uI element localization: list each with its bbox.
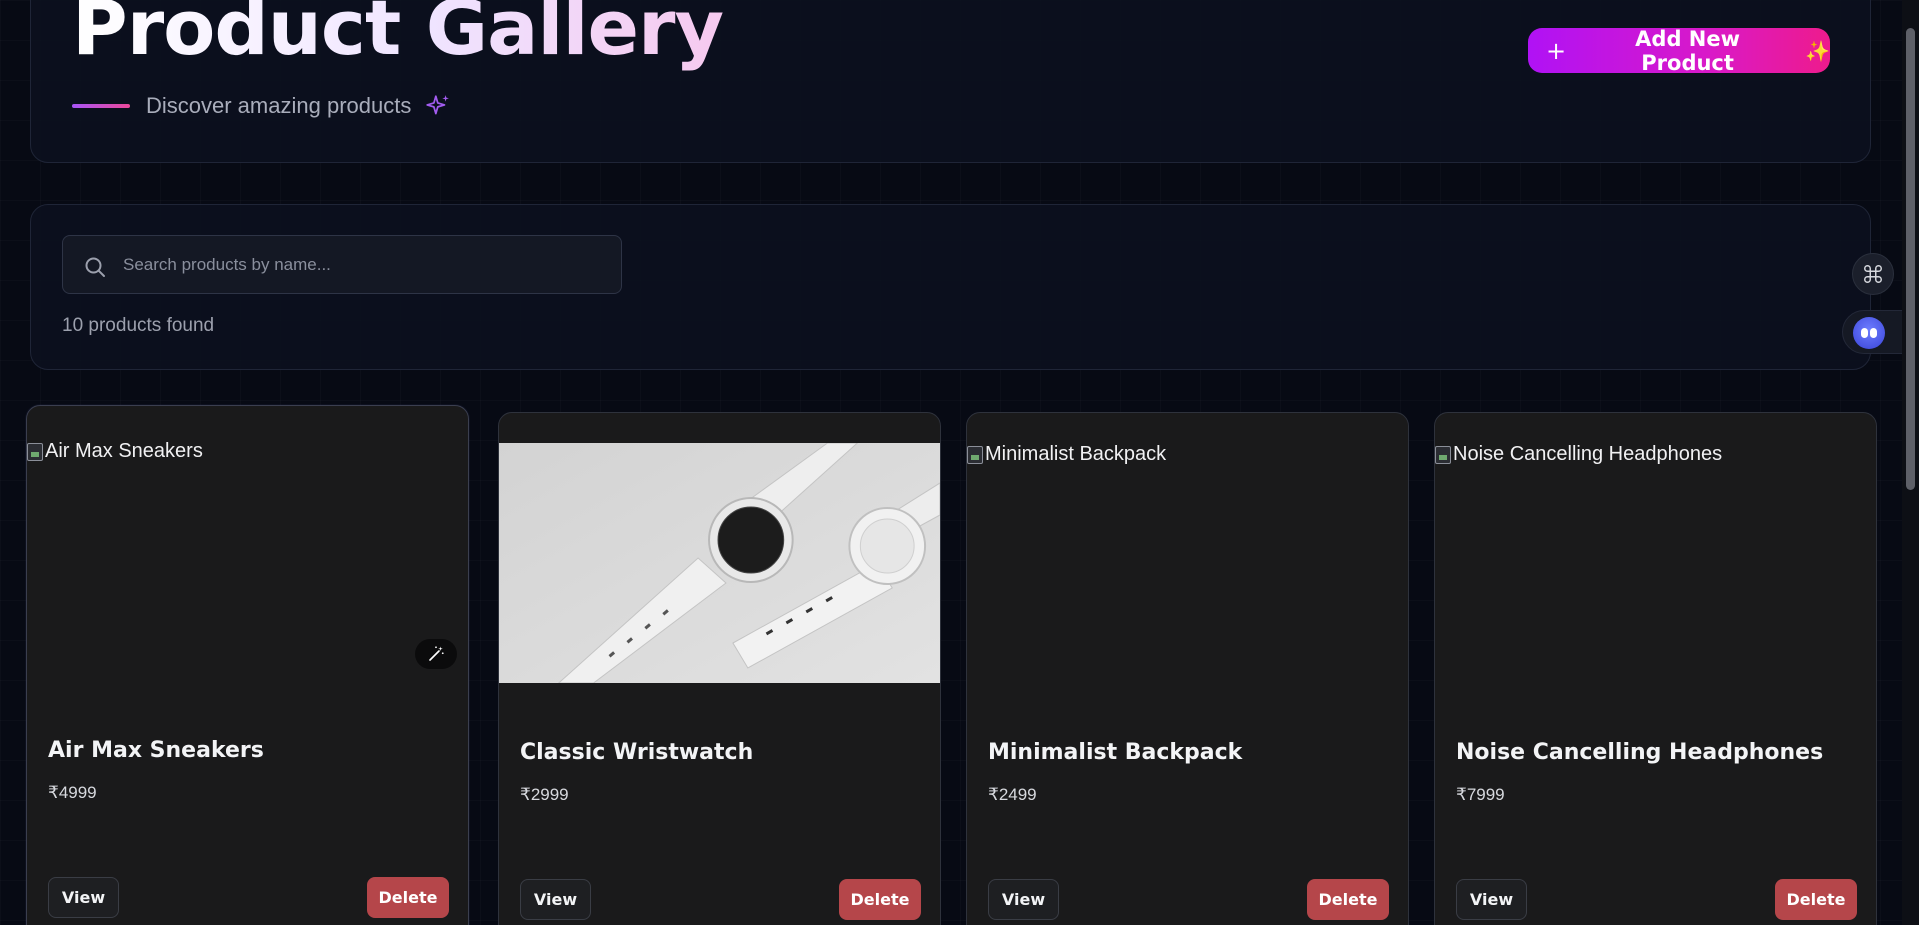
accent-line [72, 104, 130, 108]
magic-wand-badge[interactable] [415, 639, 457, 669]
product-name: Minimalist Backpack [988, 740, 1243, 765]
image-alt-text: Minimalist Backpack [985, 443, 1167, 465]
page-title: Product Gallery [72, 0, 724, 73]
image-alt-text: Air Max Sneakers [45, 440, 203, 462]
product-price: ₹2499 [988, 785, 1037, 804]
view-button[interactable]: View [48, 877, 119, 918]
product-card-minimalist-backpack[interactable]: Minimalist Backpack Minimalist Backpack … [966, 412, 1409, 925]
product-image: Minimalist Backpack [967, 443, 1408, 683]
product-name: Classic Wristwatch [520, 740, 754, 765]
view-button[interactable]: View [1456, 879, 1527, 920]
sparkle-emoji-icon: ✨ [1805, 38, 1830, 63]
product-image [499, 443, 940, 683]
product-card-noise-cancelling-headphones[interactable]: Noise Cancelling Headphones Noise Cancel… [1434, 412, 1877, 925]
product-price: ₹7999 [1456, 785, 1505, 804]
broken-image-icon [1435, 445, 1451, 464]
broken-image-icon [967, 445, 983, 464]
search-panel: 10 products found [30, 204, 1871, 370]
product-image: Air Max Sneakers [27, 440, 468, 680]
page-subtitle: Discover amazing products [146, 93, 412, 118]
sparkles-icon [426, 95, 450, 115]
view-button[interactable]: View [988, 879, 1059, 920]
page-scrollbar[interactable] [1902, 0, 1919, 925]
broken-image-icon [27, 442, 43, 461]
product-name: Air Max Sneakers [48, 738, 264, 763]
delete-button[interactable]: Delete [1775, 879, 1857, 920]
delete-button[interactable]: Delete [839, 879, 921, 920]
product-card-classic-wristwatch[interactable]: Classic Wristwatch ₹2999 View Delete [498, 412, 941, 925]
search-icon [85, 257, 105, 277]
delete-button[interactable]: Delete [367, 877, 449, 918]
add-new-product-label: Add New Product [1635, 26, 1741, 75]
product-name: Noise Cancelling Headphones [1456, 740, 1824, 765]
product-price: ₹4999 [48, 783, 97, 802]
scrollbar-thumb[interactable] [1906, 28, 1915, 490]
assistant-bot-icon [1853, 317, 1885, 349]
view-button[interactable]: View [520, 879, 591, 920]
magic-wand-icon [429, 646, 444, 661]
search-input[interactable] [123, 236, 613, 293]
subtitle-row: Discover amazing products [72, 92, 451, 120]
product-image: Noise Cancelling Headphones [1435, 443, 1876, 683]
image-alt-text: Noise Cancelling Headphones [1453, 443, 1723, 465]
broken-image-alt: Minimalist Backpack [967, 443, 1166, 466]
floating-command-button[interactable] [1852, 253, 1894, 295]
product-card-air-max-sneakers[interactable]: Air Max Sneakers Air Max Sneakers ₹4999 … [26, 405, 469, 925]
broken-image-alt: Noise Cancelling Headphones [1435, 443, 1722, 466]
product-price: ₹2999 [520, 785, 569, 804]
plus-icon: + [1546, 36, 1567, 65]
results-count: 10 products found [62, 315, 215, 336]
search-box[interactable] [62, 235, 622, 294]
command-icon [1864, 265, 1882, 283]
delete-button[interactable]: Delete [1307, 879, 1389, 920]
broken-image-alt: Air Max Sneakers [27, 440, 203, 463]
add-new-product-button[interactable]: + Add New Product ✨ [1528, 26, 1830, 75]
